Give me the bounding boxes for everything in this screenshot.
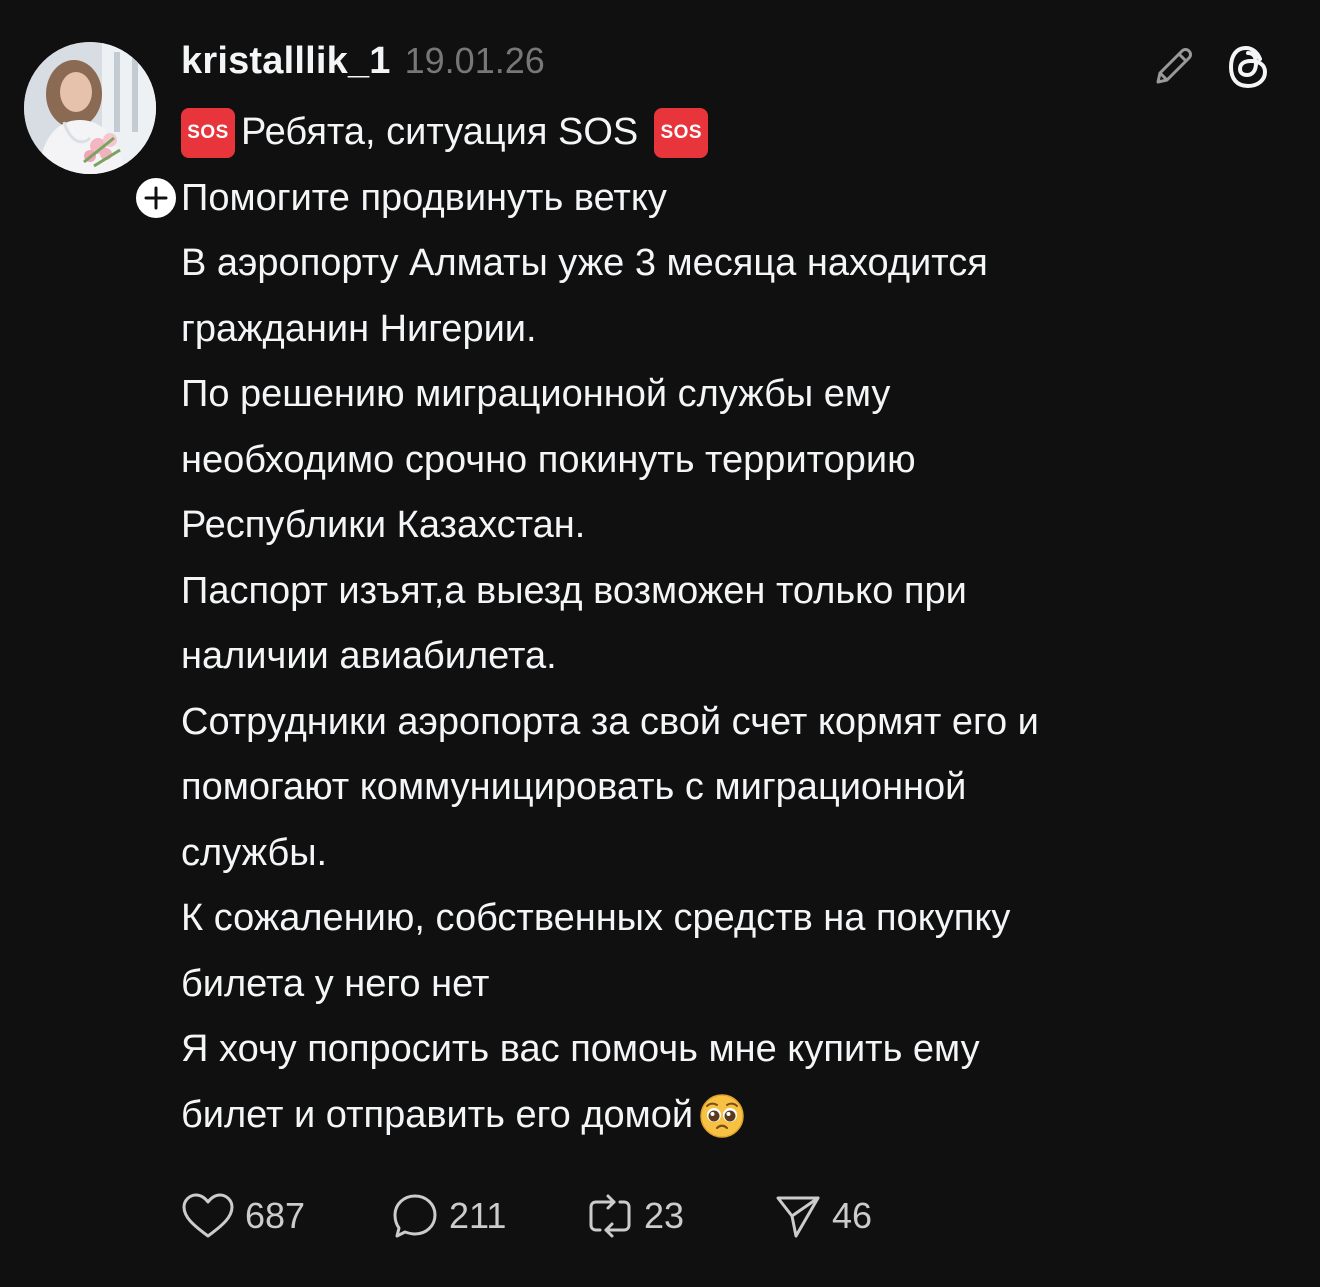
post-line-8: Паспорт изъят,а выезд возможен только пр… (181, 569, 967, 612)
comment-bubble-icon (393, 1194, 437, 1238)
post-line-15: Я хочу попросить вас помочь мне купить е… (181, 1028, 980, 1070)
repost-button[interactable]: 23 (586, 1190, 684, 1242)
timestamp: 19.01.26 (404, 40, 545, 81)
like-button[interactable]: 687 (181, 1190, 305, 1242)
heart-icon (182, 1193, 234, 1238)
post-line-13: К сожалению, собственных средств на поку… (181, 897, 1011, 939)
post-line-14: билета у него нет (181, 962, 490, 1005)
post-line-4: гражданин Нигерии. (181, 307, 537, 350)
threads-logo-icon[interactable] (1224, 42, 1274, 92)
reply-button[interactable]: 211 (391, 1190, 506, 1242)
post-line-text: Ребята, ситуация SOS (241, 111, 639, 153)
post-line-11: помогают коммуницировать с миграционной (181, 766, 967, 808)
avatar-container[interactable] (24, 42, 182, 224)
plus-icon (144, 186, 168, 210)
post-line-text: билет и отправить его домой (181, 1093, 694, 1136)
thread-post: kristalllik_1 19.01.26 SOS Ребята, ситуа… (0, 0, 1320, 1287)
username[interactable]: kristalllik_1 (181, 40, 391, 83)
repost-count: 23 (644, 1195, 685, 1236)
post-line-3: В аэропорту Алматы уже 3 месяца находитс… (181, 242, 988, 284)
reply-count: 211 (449, 1195, 507, 1236)
post-body: SOS Ребята, ситуация SOS SOS Помогите пр… (181, 100, 1281, 1148)
sos-icon: SOS (654, 107, 709, 158)
post-header: kristalllik_1 19.01.26 (181, 40, 545, 90)
post-line-9: наличии авиабилета. (181, 635, 557, 677)
post-line-12: службы. (181, 831, 328, 874)
send-icon (776, 1196, 820, 1238)
post-line-2: Помогите продвинуть ветку (181, 176, 667, 219)
share-count: 46 (832, 1195, 873, 1236)
follow-button[interactable] (130, 172, 182, 224)
like-count: 687 (245, 1195, 306, 1236)
repost-icon (589, 1194, 631, 1238)
post-line-16: билет и отправить его домой (181, 1083, 1281, 1149)
post-line-10: Сотрудники аэропорта за свой счет кормят… (181, 700, 1039, 743)
sos-icon: SOS (181, 107, 235, 158)
pleading-face-emoji-icon (697, 1090, 747, 1140)
avatar[interactable] (24, 42, 156, 174)
share-button[interactable]: 46 (774, 1190, 872, 1242)
post-line-5: По решению миграционной службы ему (181, 373, 891, 415)
post-line-6: необходимо срочно покинуть территорию (181, 438, 916, 481)
pencil-icon[interactable] (1150, 42, 1198, 90)
post-line-7: Республики Казахстан. (181, 504, 586, 546)
post-line-1: SOS Ребята, ситуация SOS SOS (181, 100, 1281, 166)
